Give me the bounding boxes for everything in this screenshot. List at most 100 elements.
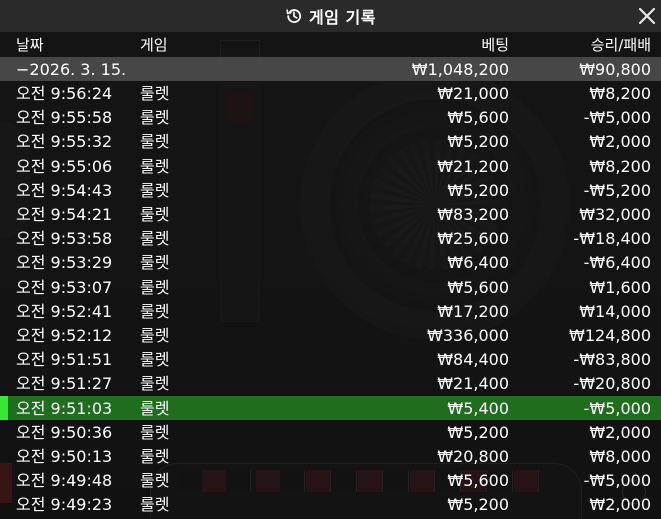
history-game: 룰렛 xyxy=(140,374,170,393)
history-winloss: ₩1,600 xyxy=(589,278,651,297)
date-group-winloss-total: ₩90,800 xyxy=(579,60,651,79)
history-winloss: ₩2,000 xyxy=(589,132,651,151)
history-bet: ₩5,200 xyxy=(447,132,509,151)
history-time: 오전 9:52:41 xyxy=(16,302,113,321)
history-game: 룰렛 xyxy=(140,278,170,297)
close-button[interactable] xyxy=(635,4,659,28)
date-group-row[interactable]: −2026. 3. 15. ₩1,048,200 ₩90,800 xyxy=(0,57,661,81)
history-bet: ₩17,200 xyxy=(437,302,509,321)
history-game: 룰렛 xyxy=(140,132,170,151)
history-row[interactable]: 오전 9:53:07 룰렛 ₩5,600 ₩1,600 xyxy=(0,275,661,299)
history-winloss: -₩5,000 xyxy=(583,108,651,127)
history-winloss: ₩2,000 xyxy=(589,495,651,514)
history-row[interactable]: 오전 9:55:58 룰렛 ₩5,600 -₩5,000 xyxy=(0,105,661,129)
history-winloss: -₩20,800 xyxy=(573,374,651,393)
history-game: 룰렛 xyxy=(140,157,170,176)
history-row[interactable]: 오전 9:53:29 룰렛 ₩6,400 -₩6,400 xyxy=(0,250,661,274)
history-game: 룰렛 xyxy=(140,84,170,103)
history-time: 오전 9:51:03 xyxy=(16,399,113,418)
date-group-label[interactable]: −2026. 3. 15. xyxy=(16,60,126,79)
history-row[interactable]: 오전 9:51:51 룰렛 ₩84,400 -₩83,800 xyxy=(0,347,661,371)
history-time: 오전 9:49:23 xyxy=(16,495,113,514)
history-time: 오전 9:51:27 xyxy=(16,374,113,393)
history-time: 오전 9:50:36 xyxy=(16,423,113,442)
history-time: 오전 9:55:06 xyxy=(16,157,113,176)
history-bet: ₩5,200 xyxy=(447,495,509,514)
history-time: 오전 9:56:24 xyxy=(16,84,113,103)
history-winloss: ₩8,200 xyxy=(589,84,651,103)
history-winloss: -₩5,000 xyxy=(583,399,651,418)
history-winloss: ₩8,000 xyxy=(589,447,651,466)
history-bet: ₩6,400 xyxy=(447,253,509,272)
history-bet: ₩5,200 xyxy=(447,423,509,442)
history-game: 룰렛 xyxy=(140,302,170,321)
history-row[interactable]: 오전 9:53:58 룰렛 ₩25,600 -₩18,400 xyxy=(0,226,661,250)
history-row[interactable]: 오전 9:49:23 룰렛 ₩5,200 ₩2,000 xyxy=(0,492,661,516)
history-bet: ₩21,000 xyxy=(437,84,509,103)
history-bet: ₩5,600 xyxy=(447,471,509,490)
history-time: 오전 9:49:48 xyxy=(16,471,113,490)
column-header-row: 날짜 게임 베팅 승리/패배 xyxy=(0,32,661,56)
history-row[interactable]: 오전 9:54:43 룰렛 ₩5,200 -₩5,200 xyxy=(0,178,661,202)
history-time: 오전 9:54:21 xyxy=(16,205,113,224)
history-row[interactable]: 오전 9:55:06 룰렛 ₩21,200 ₩8,200 xyxy=(0,154,661,178)
history-game: 룰렛 xyxy=(140,495,170,514)
date-group-bet-total: ₩1,048,200 xyxy=(411,60,509,79)
history-bet: ₩25,600 xyxy=(437,229,509,248)
history-clock-icon xyxy=(285,7,303,25)
history-game: 룰렛 xyxy=(140,205,170,224)
history-game: 룰렛 xyxy=(140,181,170,200)
history-row[interactable]: 오전 9:51:27 룰렛 ₩21,400 -₩20,800 xyxy=(0,371,661,395)
history-game: 룰렛 xyxy=(140,447,170,466)
history-row[interactable]: 오전 9:55:32 룰렛 ₩5,200 ₩2,000 xyxy=(0,129,661,153)
history-game: 룰렛 xyxy=(140,423,170,442)
history-row[interactable]: 오전 9:52:41 룰렛 ₩17,200 ₩14,000 xyxy=(0,299,661,323)
history-game: 룰렛 xyxy=(140,471,170,490)
history-row[interactable]: 오전 9:52:12 룰렛 ₩336,000 ₩124,800 xyxy=(0,323,661,347)
history-row[interactable]: 오전 9:51:03 룰렛 ₩5,400 -₩5,000 xyxy=(0,396,661,420)
history-winloss: ₩14,000 xyxy=(579,302,651,321)
history-winloss: ₩124,800 xyxy=(569,326,651,345)
history-row[interactable]: 오전 9:49:48 룰렛 ₩5,600 -₩5,000 xyxy=(0,468,661,492)
history-row[interactable]: 오전 9:56:24 룰렛 ₩21,000 ₩8,200 xyxy=(0,81,661,105)
column-header-game: 게임 xyxy=(140,36,168,54)
history-winloss: -₩83,800 xyxy=(573,350,651,369)
history-row[interactable]: 오전 9:54:21 룰렛 ₩83,200 ₩32,000 xyxy=(0,202,661,226)
history-winloss: ₩32,000 xyxy=(579,205,651,224)
column-header-date: 날짜 xyxy=(16,36,44,54)
panel-title: 게임 기록 xyxy=(309,8,376,27)
history-row[interactable]: 오전 9:50:13 룰렛 ₩20,800 ₩8,000 xyxy=(0,444,661,468)
history-time: 오전 9:52:12 xyxy=(16,326,113,345)
history-bet: ₩5,200 xyxy=(447,181,509,200)
history-game: 룰렛 xyxy=(140,229,170,248)
history-time: 오전 9:53:29 xyxy=(16,253,113,272)
history-winloss: -₩18,400 xyxy=(573,229,651,248)
history-bet: ₩21,200 xyxy=(437,157,509,176)
history-time: 오전 9:55:58 xyxy=(16,108,113,127)
history-bet: ₩336,000 xyxy=(427,326,509,345)
history-winloss: ₩8,200 xyxy=(589,157,651,176)
history-time: 오전 9:53:58 xyxy=(16,229,113,248)
history-winloss: -₩5,200 xyxy=(583,181,651,200)
history-time: 오전 9:54:43 xyxy=(16,181,113,200)
history-game: 룰렛 xyxy=(140,253,170,272)
column-header-bet: 베팅 xyxy=(481,36,509,54)
history-time: 오전 9:55:32 xyxy=(16,132,113,151)
history-bet: ₩5,400 xyxy=(447,399,509,418)
history-winloss: -₩6,400 xyxy=(583,253,651,272)
history-game: 룰렛 xyxy=(140,350,170,369)
history-bet: ₩20,800 xyxy=(437,447,509,466)
history-bet: ₩21,400 xyxy=(437,374,509,393)
history-bet: ₩5,600 xyxy=(447,108,509,127)
column-header-winloss: 승리/패배 xyxy=(590,36,651,54)
history-bet: ₩84,400 xyxy=(437,350,509,369)
close-icon[interactable] xyxy=(635,4,659,28)
history-bet: ₩5,600 xyxy=(447,278,509,297)
history-time: 오전 9:50:13 xyxy=(16,447,113,466)
history-bet: ₩83,200 xyxy=(437,205,509,224)
history-game: 룰렛 xyxy=(140,326,170,345)
history-game: 룰렛 xyxy=(140,108,170,127)
history-game: 룰렛 xyxy=(140,399,170,418)
title-group: 게임 기록 xyxy=(285,4,376,28)
history-row[interactable]: 오전 9:50:36 룰렛 ₩5,200 ₩2,000 xyxy=(0,420,661,444)
